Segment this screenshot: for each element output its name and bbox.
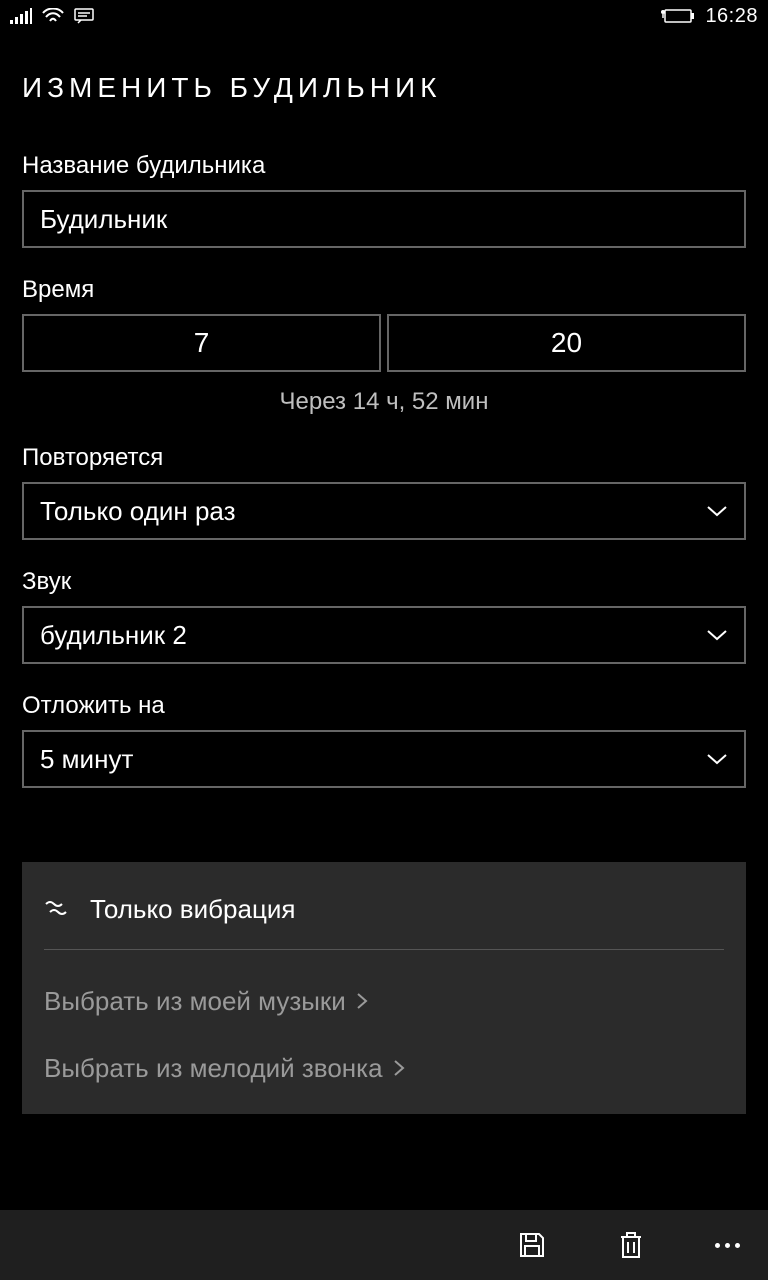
time-label: Время xyxy=(22,276,746,304)
chevron-down-icon xyxy=(706,629,728,641)
page-title: ИЗМЕНИТЬ БУДИЛЬНИК xyxy=(0,32,768,124)
chevron-right-icon xyxy=(393,1053,405,1084)
alarm-name-value: Будильник xyxy=(40,204,167,235)
alarm-name-label: Название будильника xyxy=(22,152,746,180)
more-icon xyxy=(715,1243,740,1248)
choose-from-ringtones-link[interactable]: Выбрать из мелодий звонка xyxy=(44,1053,724,1084)
sound-picker-panel: Только вибрация Выбрать из моей музыки В… xyxy=(22,862,746,1114)
vibration-only-option[interactable]: Только вибрация xyxy=(44,888,724,950)
snooze-value: 5 минут xyxy=(40,744,133,775)
sound-value: будильник 2 xyxy=(40,620,187,651)
delete-button[interactable] xyxy=(617,1229,645,1261)
sound-dropdown[interactable]: будильник 2 xyxy=(22,606,746,664)
sound-label: Звук xyxy=(22,568,746,596)
choose-from-music-link[interactable]: Выбрать из моей музыки xyxy=(44,986,724,1017)
chevron-down-icon xyxy=(706,505,728,517)
message-icon xyxy=(74,8,94,24)
status-right: 16:28 xyxy=(661,5,758,28)
time-hour-value: 7 xyxy=(194,327,210,359)
repeat-label: Повторяется xyxy=(22,444,746,472)
status-bar: 16:28 xyxy=(0,0,768,32)
wifi-icon xyxy=(42,8,64,24)
chevron-down-icon xyxy=(706,753,728,765)
save-button[interactable] xyxy=(517,1230,547,1260)
signal-icon xyxy=(10,8,32,24)
chevron-right-icon xyxy=(356,986,368,1017)
more-button[interactable] xyxy=(715,1243,740,1248)
status-left xyxy=(10,8,94,24)
choose-from-music-label: Выбрать из моей музыки xyxy=(44,986,346,1017)
repeat-value: Только один раз xyxy=(40,496,236,527)
snooze-label: Отложить на xyxy=(22,692,746,720)
content: Название будильника Будильник Время 7 20… xyxy=(0,152,768,788)
snooze-dropdown[interactable]: 5 минут xyxy=(22,730,746,788)
vibration-only-label: Только вибрация xyxy=(90,894,295,925)
battery-icon xyxy=(661,8,695,24)
vibration-icon xyxy=(44,894,72,925)
app-bar xyxy=(0,1210,768,1280)
time-hour-picker[interactable]: 7 xyxy=(22,314,381,372)
time-minute-picker[interactable]: 20 xyxy=(387,314,746,372)
status-clock: 16:28 xyxy=(705,5,758,28)
time-minute-value: 20 xyxy=(551,327,582,359)
choose-from-ringtones-label: Выбрать из мелодий звонка xyxy=(44,1053,383,1084)
alarm-name-input[interactable]: Будильник xyxy=(22,190,746,248)
time-remaining-hint: Через 14 ч, 52 мин xyxy=(22,388,746,416)
repeat-dropdown[interactable]: Только один раз xyxy=(22,482,746,540)
